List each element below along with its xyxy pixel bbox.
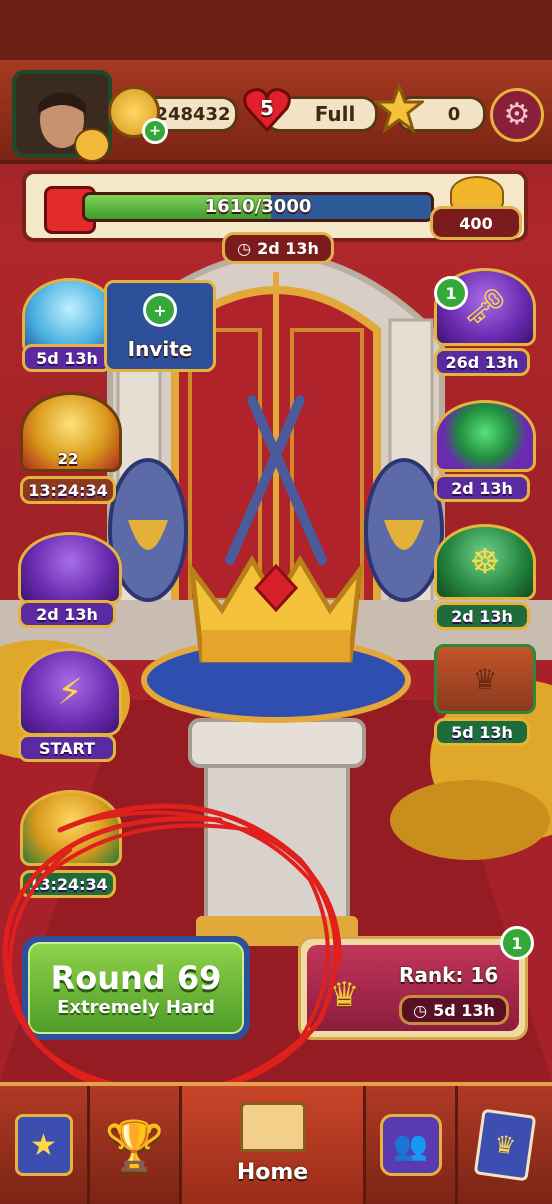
treasure-pot-timer: 2d 13h [18, 600, 116, 628]
green-chest-timer: 2d 13h [434, 474, 530, 502]
castle-icon [239, 1101, 306, 1152]
lives-status: Full [314, 102, 356, 126]
star-count: 0 [447, 103, 461, 125]
progress-text: 1610/3000 [204, 196, 312, 217]
gold-pile-icon [450, 176, 504, 210]
add-coins-button[interactable]: + [142, 118, 168, 144]
plus-icon: + [143, 293, 177, 327]
crystal-event-timer: 5d 13h [22, 344, 112, 372]
trophy-icon: 🏆 [104, 1117, 165, 1174]
reward-amount: 400 [430, 206, 522, 240]
nav-home-tab[interactable]: Home [182, 1086, 366, 1204]
nav-trophy-tab[interactable]: 🏆 [90, 1086, 182, 1204]
coin-count: 248432 [155, 103, 231, 125]
clock-icon: ◷ [237, 238, 252, 258]
bottom-nav: ★ 🏆 Home 👥 ♛ [0, 1082, 552, 1204]
trophy-event-button[interactable]: 22 13:24:34 [20, 392, 122, 504]
green-chest-event-button[interactable]: 2d 13h [434, 400, 536, 502]
crown-chest-icon: ♛ [434, 644, 536, 714]
gear-icon: ⚙ [503, 97, 531, 132]
collection-book-icon: ★ [14, 1114, 73, 1176]
lightning-event-button[interactable]: ⚡ START [18, 648, 122, 766]
treasure-pot-icon [18, 532, 122, 604]
key-event-badge: 1 [434, 276, 468, 310]
invite-label: Invite [127, 337, 193, 361]
trophy-event-timer: 13:24:34 [20, 476, 116, 504]
ship-wheel-icon: ☸ [434, 524, 536, 600]
invite-button[interactable]: + Invite [104, 280, 216, 372]
cards-icon: ♛ [473, 1108, 537, 1182]
chef-hat-icon [74, 128, 110, 162]
progress-timer-chip: ◷ 2d 13h [222, 232, 334, 264]
treasure-pot-event-button[interactable]: 2d 13h [18, 532, 122, 632]
rank-timer: 5d 13h [433, 1000, 495, 1020]
lives-count: 5 [260, 96, 274, 120]
team-icon: 👥 [379, 1114, 442, 1176]
start-label: START [18, 734, 116, 762]
settings-button[interactable]: ⚙ [490, 88, 544, 142]
rank-label: Rank: 16 [399, 963, 499, 987]
lightning-icon: ⚡ [18, 648, 122, 736]
red-circle-annotation [2, 803, 342, 1097]
ship-wheel-timer: 2d 13h [434, 602, 530, 630]
nav-team-tab[interactable]: 👥 [366, 1086, 458, 1204]
clock-icon: ◷ [413, 1000, 428, 1020]
rank-badge: 1 [500, 926, 534, 960]
green-chest-icon [434, 400, 536, 472]
nav-cards-tab[interactable]: ♛ [458, 1086, 552, 1204]
crown-chest-timer: 5d 13h [434, 718, 530, 746]
home-label: Home [236, 1159, 309, 1185]
ship-wheel-event-button[interactable]: ☸ 2d 13h [434, 524, 536, 630]
nav-collection-tab[interactable]: ★ [0, 1086, 90, 1204]
star-icon [371, 81, 427, 134]
key-event-timer: 26d 13h [434, 348, 530, 376]
crown-chest-event-button[interactable]: ♛ 5d 13h [434, 644, 536, 746]
trophy-count: 22 [57, 450, 79, 468]
rank-timer-chip: ◷ 5d 13h [399, 995, 509, 1025]
progress-timer: 2d 13h [257, 238, 319, 258]
